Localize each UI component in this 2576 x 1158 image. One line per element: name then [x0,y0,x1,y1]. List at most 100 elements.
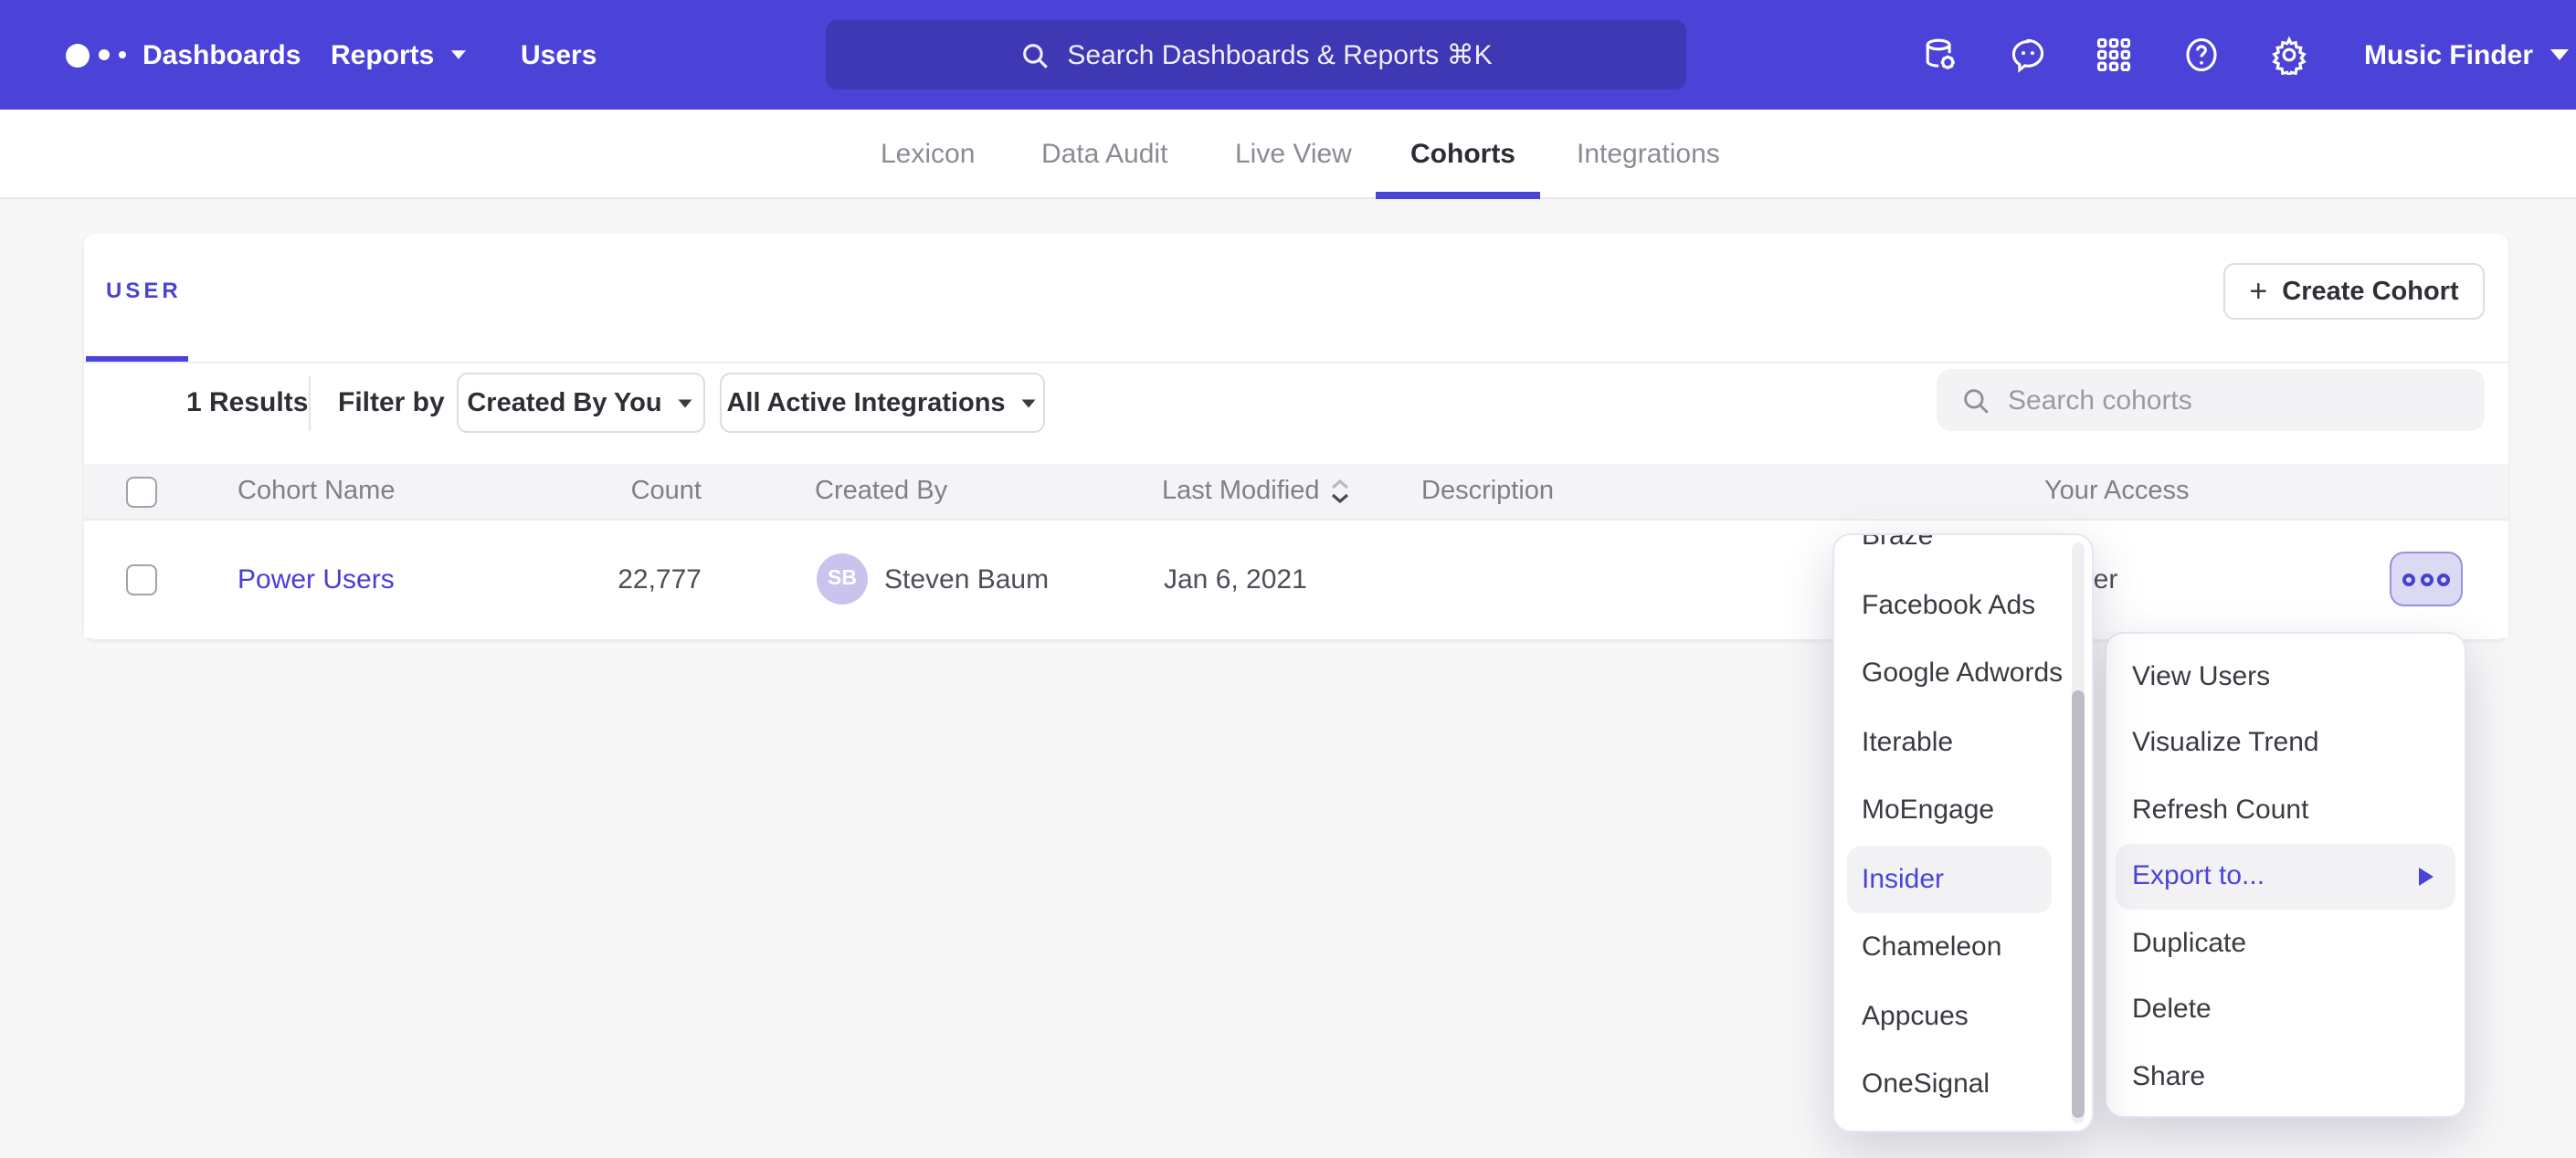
feedback-icon[interactable] [2008,35,2048,75]
submenu-item-onesignal[interactable]: OneSignal [1834,1050,2092,1119]
brand-logo-icon[interactable] [66,0,126,110]
integrations-filter-label: All Active Integrations [726,388,1005,417]
submenu-item-google-adwords[interactable]: Google Adwords [1834,639,2092,708]
row-checkbox[interactable] [126,563,157,595]
scrollbar-thumb[interactable] [2072,690,2085,1118]
tab-integrations[interactable]: Integrations [1577,110,1720,199]
created-by-value: Steven Baum [884,521,1049,637]
cohorts-panel: USER + Create Cohort 1 Results Filter by… [84,234,2508,639]
menu-item-visualize-trend[interactable]: Visualize Trend [2106,710,2465,776]
tab-data-audit-label: Data Audit [1041,139,1167,170]
create-cohort-label: Create Cohort [2282,277,2458,306]
global-search-input[interactable]: Search Dashboards & Reports ⌘K [826,20,1686,89]
settings-gear-icon[interactable] [2269,35,2309,75]
nav-dashboards-label: Dashboards [143,39,301,70]
menu-item-refresh-count[interactable]: Refresh Count [2106,776,2465,843]
nav-dashboards[interactable]: Dashboards [143,0,301,110]
col-last-modified-label: Last Modified [1162,477,1320,506]
col-your-access[interactable]: Your Access [2044,464,2190,519]
data-management-icon[interactable] [1920,35,1960,75]
tab-lexicon[interactable]: Lexicon [881,110,975,199]
created-by-filter-label: Created By You [467,388,661,417]
nav-users-label: Users [521,39,596,70]
submenu-item-moengage[interactable]: MoEngage [1834,776,2092,845]
col-count-label: Count [631,477,702,506]
submenu-item-insider[interactable]: Insider [1847,845,2052,913]
search-icon [1960,384,1991,416]
tab-cohorts-label: Cohorts [1410,139,1515,170]
tab-live-view-label: Live View [1235,139,1352,170]
col-created-by[interactable]: Created By [815,464,947,519]
cohort-count: 22,777 [555,521,702,637]
cohort-name-link[interactable]: Power Users [238,521,395,637]
divider [84,362,2508,363]
row-context-menu: View Users Visualize Trend Refresh Count… [2105,632,2466,1118]
menu-item-share[interactable]: Share [2106,1043,2465,1110]
col-your-access-label: Your Access [2044,477,2190,506]
nav-reports[interactable]: Reports [331,0,467,110]
cohort-name-text: Power Users [238,563,395,595]
avatar-initials: SB [828,568,857,590]
submenu-item-appcues[interactable]: Appcues [1834,982,2092,1050]
apps-grid-icon[interactable] [2094,35,2134,75]
submenu-item-chameleon[interactable]: Chameleon [1834,913,2092,982]
select-all-checkbox[interactable] [126,476,157,507]
submenu-item-facebook-ads[interactable]: Facebook Ads [1834,571,2092,639]
nav-reports-label: Reports [331,39,434,70]
tab-integrations-label: Integrations [1577,139,1720,170]
chevron-down-icon [450,50,465,59]
create-cohort-button[interactable]: + Create Cohort [2223,263,2485,320]
chevron-down-icon [1022,399,1036,407]
submenu-item-braze[interactable]: Braze [1834,533,2092,571]
avatar: SB [817,553,868,605]
more-dots-icon [2437,573,2450,585]
chevron-down-icon [2550,49,2568,60]
active-tab-indicator [1376,192,1540,199]
global-search-placeholder: Search Dashboards & Reports ⌘K [1067,38,1492,71]
search-cohorts-input[interactable]: Search cohorts [1937,369,2485,431]
col-last-modified[interactable]: Last Modified [1162,464,1351,519]
help-icon[interactable] [2181,35,2222,75]
tab-cohorts[interactable]: Cohorts [1410,110,1515,199]
export-submenu: Braze Facebook Ads Google Adwords Iterab… [1832,533,2094,1132]
last-modified-value: Jan 6, 2021 [1164,521,1307,637]
top-nav: Dashboards Reports Users Search Dashboar… [0,0,2576,110]
menu-item-delete[interactable]: Delete [2106,976,2465,1043]
menu-item-export-to-label: Export to... [2132,861,2265,892]
results-count: 1 Results [186,373,308,433]
tab-user-cohorts[interactable]: USER [106,278,182,303]
nav-users[interactable]: Users [521,0,596,110]
menu-item-export-to[interactable]: Export to... [2116,843,2455,910]
project-switcher[interactable]: Music Finder [2364,0,2568,110]
search-icon [1019,39,1050,70]
tab-data-audit[interactable]: Data Audit [1041,110,1167,199]
col-cohort-name-label: Cohort Name [238,477,395,506]
submenu-arrow-icon [2419,868,2433,886]
table-row: Power Users 22,777 SB Steven Baum Jan 6,… [84,521,2508,637]
app-root: Dashboards Reports Users Search Dashboar… [0,0,2576,1158]
menu-item-duplicate[interactable]: Duplicate [2106,910,2465,976]
created-by-filter[interactable]: Created By You [457,373,705,433]
filter-by-label: Filter by [338,373,445,433]
col-description-label: Description [1421,477,1554,506]
search-cohorts-placeholder: Search cohorts [2008,384,2192,416]
col-created-by-label: Created By [815,477,947,506]
project-name: Music Finder [2364,39,2533,70]
plus-icon: + [2249,276,2267,307]
more-dots-icon [2402,573,2415,585]
table-header: Cohort Name Count Created By Last Modifi… [84,464,2508,519]
row-actions-button[interactable] [2390,552,2463,606]
col-description[interactable]: Description [1421,464,1554,519]
more-dots-icon [2420,573,2433,585]
submenu-item-iterable[interactable]: Iterable [1834,708,2092,776]
divider [309,376,311,431]
col-cohort-name[interactable]: Cohort Name [238,464,395,519]
chevron-down-icon [679,399,692,407]
tab-lexicon-label: Lexicon [881,139,975,170]
menu-item-view-users[interactable]: View Users [2106,643,2465,710]
integrations-filter[interactable]: All Active Integrations [720,373,1045,433]
sort-icon[interactable] [1331,479,1351,504]
col-count[interactable]: Count [555,464,702,519]
export-submenu-list: Braze Facebook Ads Google Adwords Iterab… [1834,533,2092,1119]
tab-live-view[interactable]: Live View [1235,110,1352,199]
